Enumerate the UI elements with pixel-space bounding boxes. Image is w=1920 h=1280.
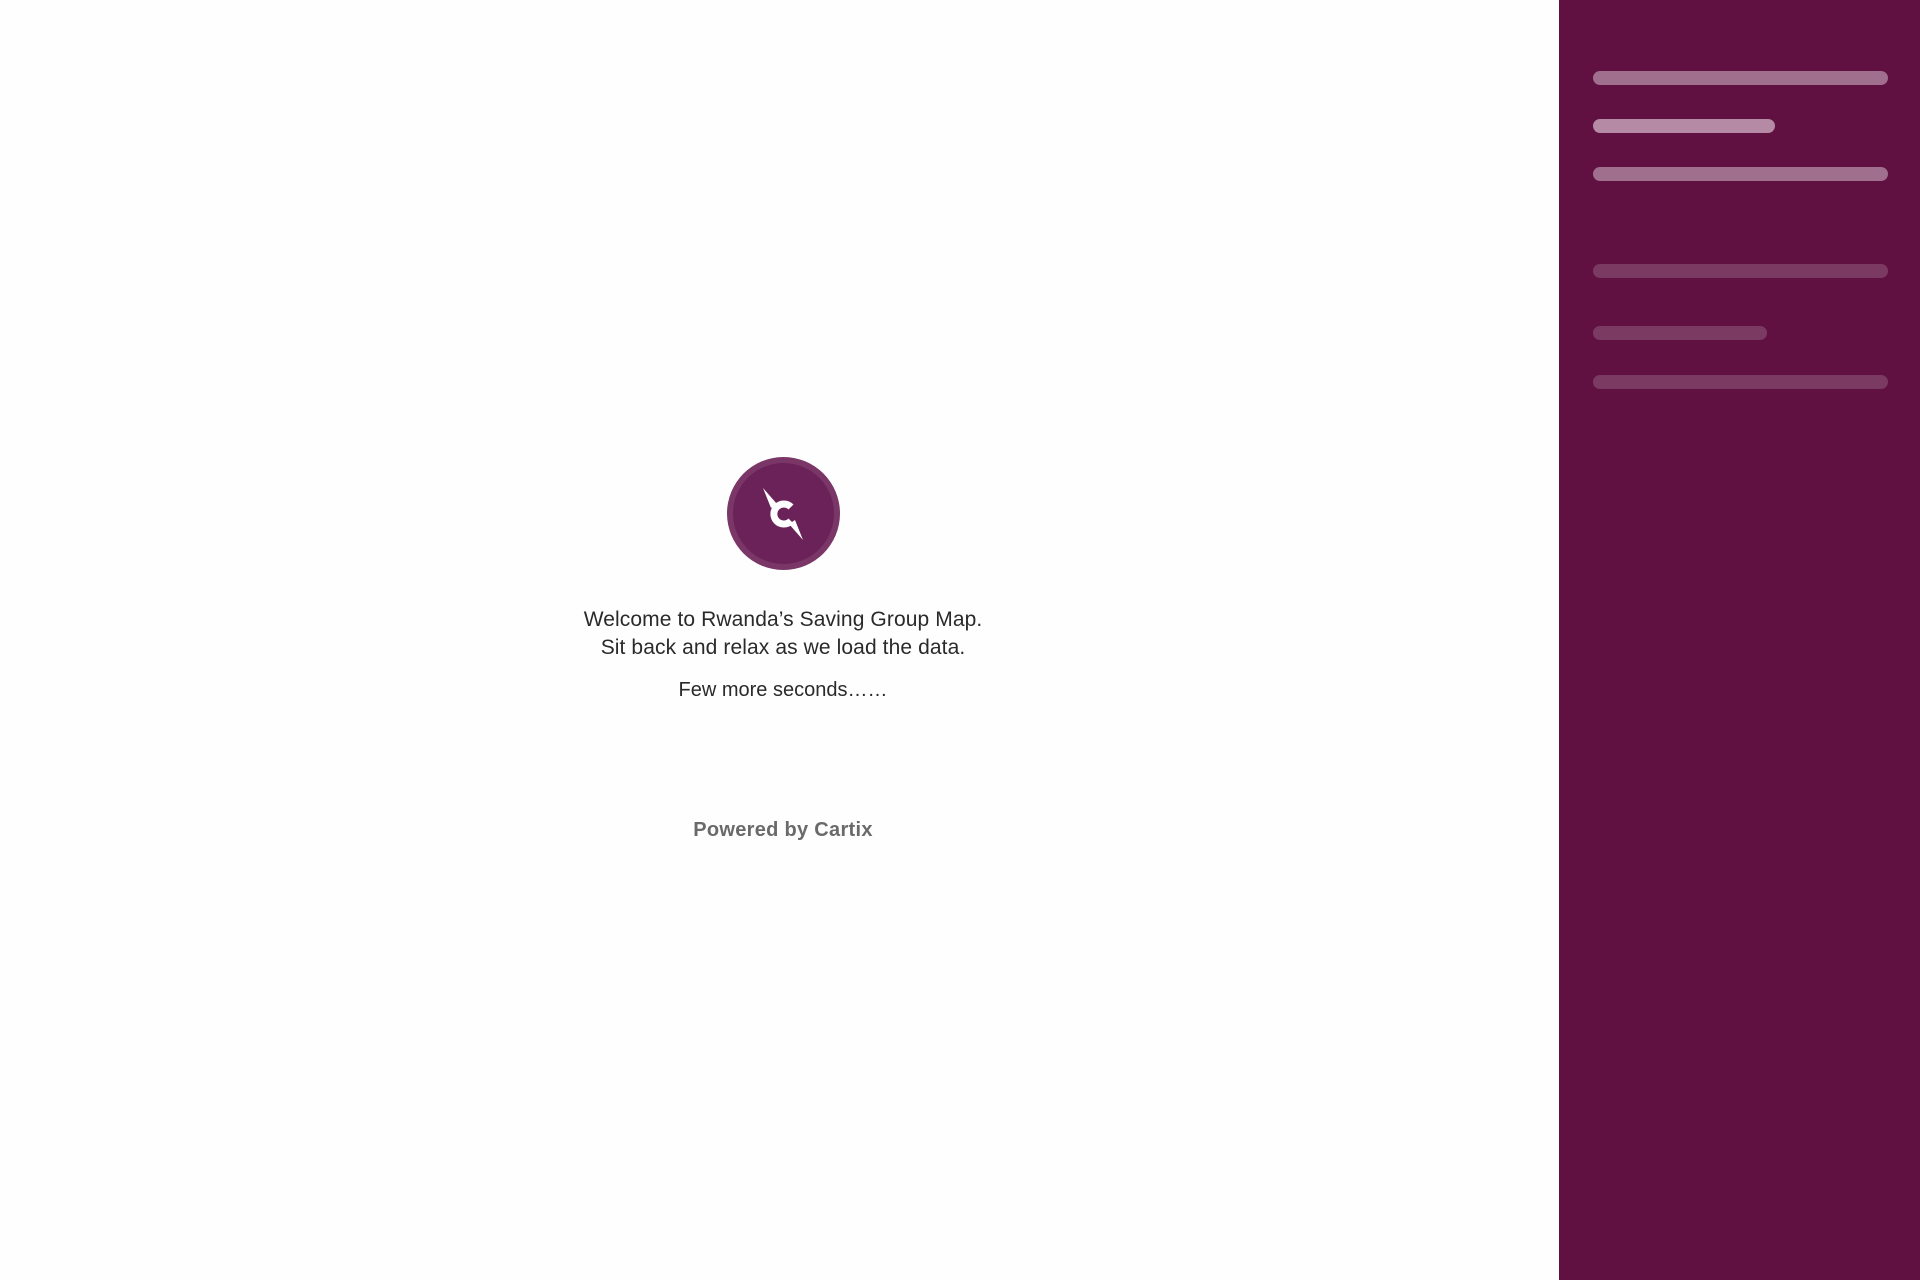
cartix-compass-icon [763,487,803,540]
cartix-logo [726,457,840,570]
loading-panel: Welcome to Rwanda’s Saving Group Map. Si… [0,457,1566,842]
sidebar-skeleton [1559,0,1920,1280]
logo-badge [732,463,834,564]
welcome-line-2: Sit back and relax as we load the data. [600,636,966,659]
skeleton-line [1593,375,1888,389]
skeleton-line [1593,119,1775,133]
app-root: Welcome to Rwanda’s Saving Group Map. Si… [0,0,1920,1280]
skeleton-line [1593,167,1888,181]
powered-by-cartix: Powered by Cartix [693,819,873,841]
welcome-message: Welcome to Rwanda’s Saving Group Map. Si… [584,606,983,662]
map-area: Welcome to Rwanda’s Saving Group Map. Si… [0,0,1559,1280]
skeleton-line [1593,71,1888,85]
skeleton-line [1593,264,1888,278]
welcome-line-1: Welcome to Rwanda’s Saving Group Map. [583,608,983,631]
loading-status: Few more seconds…… [678,679,888,701]
skeleton-line [1593,326,1767,340]
